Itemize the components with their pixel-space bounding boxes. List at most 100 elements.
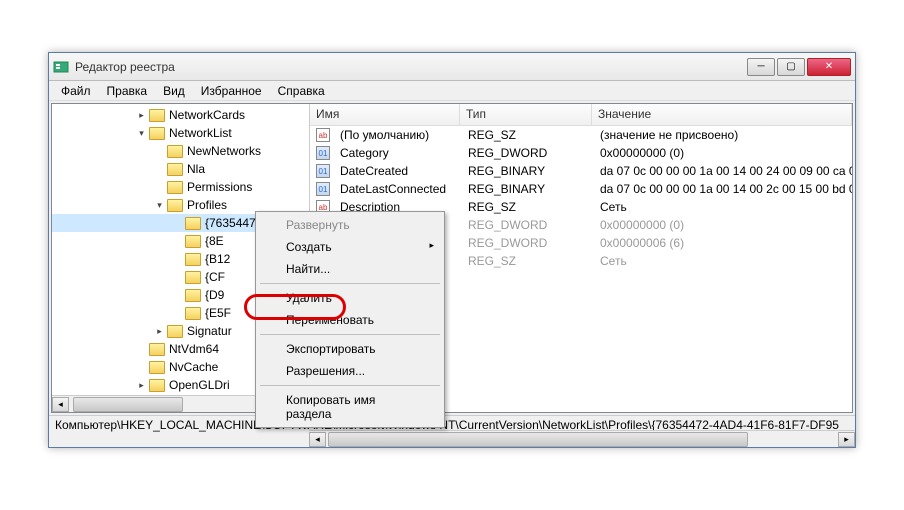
value-data: Сеть <box>594 253 852 269</box>
col-value[interactable]: Значение <box>592 104 852 125</box>
folder-icon <box>149 379 165 392</box>
value-data: 0x00000000 (0) <box>594 217 852 233</box>
expand-caret-icon[interactable] <box>172 218 183 229</box>
tree-item[interactable]: ▾ NetworkList <box>52 124 309 142</box>
expand-caret-icon[interactable] <box>154 164 165 175</box>
col-name[interactable]: Имя <box>310 104 460 125</box>
window-title: Редактор реестра <box>75 60 747 74</box>
expand-caret-icon[interactable]: ▾ <box>136 128 147 139</box>
list-row[interactable]: ab (По умолчанию)REG_SZ(значение не присв… <box>310 126 852 144</box>
ctx-find[interactable]: Найти... <box>258 258 442 280</box>
ctx-export[interactable]: Экспортировать <box>258 338 442 360</box>
folder-icon <box>149 361 165 374</box>
list-row[interactable]: 01DateLastConnectedREG_BINARYda 07 0c 00… <box>310 180 852 198</box>
tree-item[interactable]: Nla <box>52 160 309 178</box>
expand-caret-icon[interactable]: ▾ <box>154 200 165 211</box>
titlebar[interactable]: Редактор реестра ─ ▢ ✕ <box>49 53 855 81</box>
context-menu: Развернуть Создать▸ Найти... Удалить Пер… <box>255 211 445 428</box>
tree-item-label: {D9 <box>205 288 224 302</box>
menu-file[interactable]: Файл <box>53 82 99 100</box>
folder-icon <box>185 271 201 284</box>
folder-icon <box>185 217 201 230</box>
expand-caret-icon[interactable] <box>136 344 147 355</box>
value-type: REG_SZ <box>462 199 594 215</box>
menu-view[interactable]: Вид <box>155 82 193 100</box>
menu-help[interactable]: Справка <box>270 82 333 100</box>
value-name: (По умолчанию) <box>334 127 462 143</box>
submenu-arrow-icon: ▸ <box>429 240 434 251</box>
binary-value-icon: 01 <box>316 164 330 178</box>
tree-item[interactable]: ▸ NetworkCards <box>52 106 309 124</box>
expand-caret-icon[interactable] <box>136 362 147 373</box>
expand-caret-icon[interactable]: ▸ <box>136 380 147 391</box>
ctx-rename[interactable]: Переименовать <box>258 309 442 331</box>
tree-item-label: {B12 <box>205 252 230 266</box>
expand-caret-icon[interactable]: ▸ <box>154 326 165 337</box>
tree-item-label: NetworkCards <box>169 108 245 122</box>
value-name: Category <box>334 145 462 161</box>
folder-icon <box>149 127 165 140</box>
expand-caret-icon[interactable]: ▸ <box>136 110 147 121</box>
tree-item-label: NtVdm64 <box>169 342 219 356</box>
tree-item-label: NetworkList <box>169 126 232 140</box>
folder-icon <box>167 325 183 338</box>
tree-scroll-left[interactable]: ◂ <box>52 397 69 412</box>
value-type: REG_DWORD <box>462 217 594 233</box>
folder-icon <box>185 307 201 320</box>
value-data: (значение не присвоено) <box>594 127 852 143</box>
tree-item[interactable]: Permissions <box>52 178 309 196</box>
maximize-button[interactable]: ▢ <box>777 58 805 76</box>
value-name: DateCreated <box>334 163 462 179</box>
value-data: 0x00000006 (6) <box>594 235 852 251</box>
folder-icon <box>167 163 183 176</box>
folder-icon <box>149 109 165 122</box>
value-type: REG_DWORD <box>462 145 594 161</box>
tree-item-label: NvCache <box>169 360 218 374</box>
ctx-expand: Развернуть <box>258 214 442 236</box>
folder-icon <box>185 253 201 266</box>
menu-edit[interactable]: Правка <box>99 82 156 100</box>
folder-icon <box>167 199 183 212</box>
app-icon <box>53 59 69 75</box>
ctx-new[interactable]: Создать▸ <box>258 236 442 258</box>
value-data: da 07 0c 00 00 00 1a 00 14 00 2c 00 15 0… <box>594 181 852 197</box>
value-data: da 07 0c 00 00 00 1a 00 14 00 24 00 09 0… <box>594 163 852 179</box>
regedit-window: Редактор реестра ─ ▢ ✕ Файл Правка Вид И… <box>48 52 856 448</box>
binary-value-icon: 01 <box>316 146 330 160</box>
list-row[interactable]: 01 DateCreatedREG_BINARYda 07 0c 00 00 00… <box>310 162 852 180</box>
close-button[interactable]: ✕ <box>807 58 851 76</box>
tree-item-label: Profiles <box>187 198 227 212</box>
ctx-delete[interactable]: Удалить <box>258 287 442 309</box>
tree-item-label: {E5F <box>205 306 231 320</box>
ctx-permissions[interactable]: Разрешения... <box>258 360 442 382</box>
list-header: Имя Тип Значение <box>310 104 852 126</box>
list-row[interactable]: 01CategoryREG_DWORD0x00000000 (0) <box>310 144 852 162</box>
tree-item[interactable]: NewNetworks <box>52 142 309 160</box>
expand-caret-icon[interactable] <box>172 308 183 319</box>
expand-caret-icon[interactable] <box>172 290 183 301</box>
expand-caret-icon[interactable] <box>154 182 165 193</box>
content-pane: ▸ NetworkCards ▾ NetworkList NewNetworks Nl… <box>51 103 853 413</box>
folder-icon <box>149 343 165 356</box>
tree-scroll-thumb[interactable] <box>73 397 183 412</box>
folder-icon <box>185 235 201 248</box>
value-name: DateLastConnected <box>334 181 462 197</box>
value-type: REG_SZ <box>462 253 594 269</box>
expand-caret-icon[interactable] <box>172 236 183 247</box>
menu-favorites[interactable]: Избранное <box>193 82 270 100</box>
expand-caret-icon[interactable] <box>172 254 183 265</box>
tree-item-label: Signatur <box>187 324 232 338</box>
value-type: REG_SZ <box>462 127 594 143</box>
col-type[interactable]: Тип <box>460 104 592 125</box>
value-data: Сеть <box>594 199 852 215</box>
minimize-button[interactable]: ─ <box>747 58 775 76</box>
tree-item-label: Nla <box>187 162 205 176</box>
string-value-icon: ab <box>316 128 330 142</box>
value-type: REG_BINARY <box>462 163 594 179</box>
expand-caret-icon[interactable] <box>172 272 183 283</box>
separator <box>260 385 440 386</box>
expand-caret-icon[interactable] <box>154 146 165 157</box>
folder-icon <box>185 289 201 302</box>
ctx-copy-key-name[interactable]: Копировать имя раздела <box>258 389 442 425</box>
tree-item-label: {8E <box>205 234 224 248</box>
